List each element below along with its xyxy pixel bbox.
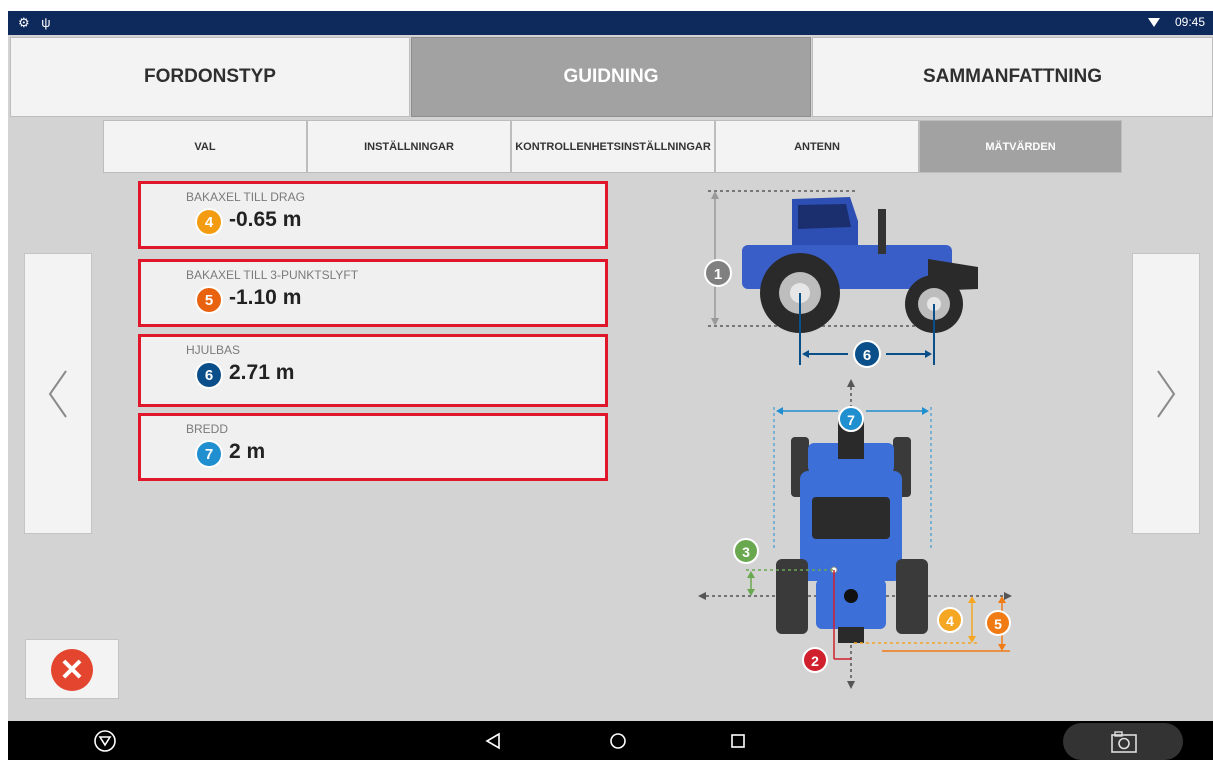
- back-icon[interactable]: [478, 721, 508, 760]
- home-icon[interactable]: [90, 721, 120, 760]
- status-time: 09:45: [1174, 15, 1205, 29]
- recent-apps-icon[interactable]: [723, 721, 753, 760]
- marker-5: 5: [994, 616, 1002, 632]
- status-icons: ⚙ ψ: [18, 15, 55, 30]
- badge-7: 7: [197, 442, 221, 466]
- marker-3: 3: [742, 544, 750, 560]
- measurement-value: 2 m: [229, 440, 266, 463]
- marker-2: 2: [811, 653, 819, 669]
- status-bar: ⚙ ψ 09:45: [8, 11, 1213, 35]
- main-tabs: FORDONSTYP GUIDNING SAMMANFATTNING: [10, 37, 1213, 117]
- system-nav-bar: [8, 721, 1213, 760]
- tab-fordonstyp[interactable]: FORDONSTYP: [10, 37, 410, 117]
- wifi-icon: [1147, 18, 1160, 27]
- measurement-value: 2.71 m: [229, 361, 295, 384]
- measurement-bakaxel-till-3-punktslyft[interactable]: BAKAXEL TILL 3-PUNKTSLYFT 5 -1.10 m: [138, 259, 608, 327]
- cancel-button[interactable]: ✕: [25, 639, 119, 699]
- measurement-hjulbas[interactable]: HJULBAS 6 2.71 m: [138, 334, 608, 407]
- subtab-kontrollenhetsinstallningar[interactable]: KONTROLLENHETSINSTÄLLNINGAR: [511, 120, 715, 173]
- tractor-side-view: 1 6: [704, 190, 978, 368]
- chevron-right-icon: [1157, 369, 1176, 418]
- measurement-bakaxel-till-drag[interactable]: BAKAXEL TILL DRAG 4 -0.65 m: [138, 181, 608, 249]
- chevron-left-icon: [48, 369, 67, 418]
- measurement-value: -0.65 m: [229, 208, 302, 231]
- measurement-label: HJULBAS: [186, 343, 241, 357]
- marker-4: 4: [946, 613, 954, 629]
- tab-guidning[interactable]: GUIDNING: [411, 37, 811, 117]
- screenshot-button[interactable]: [1063, 723, 1183, 760]
- badge-6: 6: [197, 363, 221, 387]
- sub-tabs: VAL INSTÄLLNINGAR KONTROLLENHETSINSTÄLLN…: [103, 120, 1122, 173]
- badge-5: 5: [197, 288, 221, 312]
- badge-4: 4: [197, 210, 221, 234]
- close-icon: ✕: [51, 649, 93, 691]
- previous-button[interactable]: [24, 253, 92, 534]
- measurement-label: BREDD: [186, 422, 229, 436]
- tab-sammanfattning[interactable]: SAMMANFATTNING: [812, 37, 1213, 117]
- status-right: 09:45: [1147, 15, 1205, 29]
- subtab-installningar[interactable]: INSTÄLLNINGAR: [307, 120, 511, 173]
- measurement-label: BAKAXEL TILL 3-PUNKTSLYFT: [186, 268, 359, 282]
- tractor-top-view: 7 3 4 5 2: [698, 379, 1012, 689]
- measurement-value: -1.10 m: [229, 286, 302, 309]
- screen: ⚙ ψ 09:45 FORDONSTYP GUIDNING SAMMANFATT…: [8, 11, 1213, 760]
- measurement-bredd[interactable]: BREDD 7 2 m: [138, 413, 608, 481]
- home-circle-icon[interactable]: [603, 721, 633, 760]
- next-button[interactable]: [1132, 253, 1200, 534]
- tractor-diagram: 1 6 7 3 4 5 2: [698, 190, 1012, 689]
- marker-6: 6: [863, 347, 871, 364]
- subtab-matvarden[interactable]: MÄTVÄRDEN: [919, 120, 1122, 173]
- marker-7: 7: [847, 412, 855, 428]
- measurement-label: BAKAXEL TILL DRAG: [186, 190, 305, 204]
- subtab-val[interactable]: VAL: [103, 120, 307, 173]
- camera-icon: [1111, 731, 1137, 753]
- marker-1: 1: [714, 266, 722, 283]
- subtab-antenn[interactable]: ANTENN: [715, 120, 919, 173]
